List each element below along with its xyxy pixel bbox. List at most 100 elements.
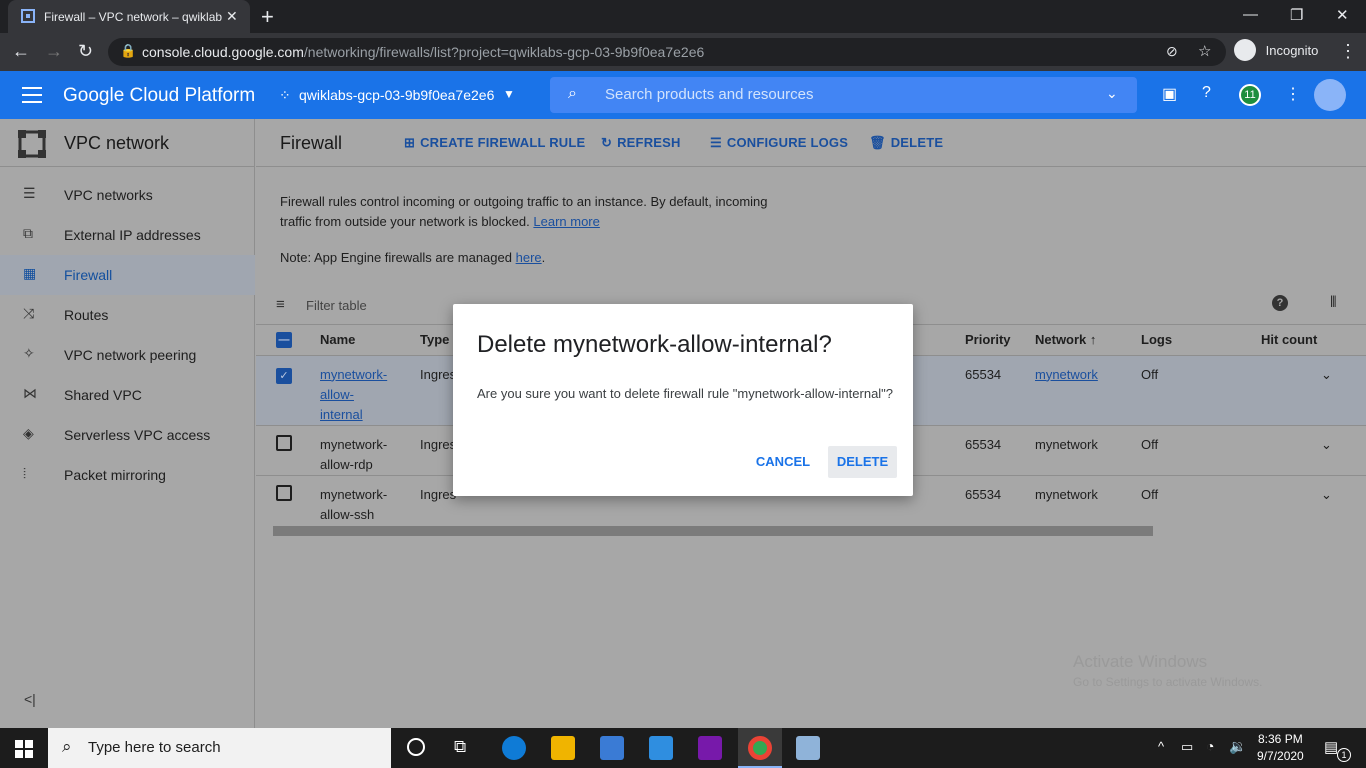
cloud-shell-icon[interactable]: ▣ — [1162, 84, 1177, 104]
column-header-logs[interactable]: Logs — [1141, 325, 1261, 356]
new-tab-icon[interactable]: + — [261, 4, 274, 30]
page-title: Firewall — [280, 133, 343, 153]
task-view-icon[interactable]: ⧉ — [454, 737, 466, 757]
project-dropdown-icon[interactable]: ▼ — [503, 87, 515, 101]
sidebar-item-shared-vpc[interactable]: ⋈ Shared VPC — [0, 375, 255, 415]
sidebar-item-vpc-networks[interactable]: ☰ VPC networks — [0, 175, 255, 215]
minimize-icon[interactable]: — — [1243, 6, 1258, 23]
chrome-taskbar-button[interactable] — [738, 728, 782, 768]
onenote-icon[interactable] — [698, 736, 722, 760]
forward-icon[interactable]: → — [45, 41, 63, 62]
app-icon[interactable] — [796, 736, 820, 760]
create-firewall-rule-button[interactable]: ⊞ CREATE FIREWALL RULE — [404, 135, 585, 151]
rule-name: mynetwork-allow-rdp — [320, 425, 420, 476]
more-options-icon[interactable]: ⋮ — [1285, 84, 1301, 104]
windows-start-icon[interactable] — [15, 740, 33, 758]
hamburger-menu-icon[interactable] — [22, 87, 42, 103]
row-checkbox[interactable] — [276, 484, 292, 501]
refresh-button[interactable]: ↻ REFRESH — [601, 135, 681, 151]
row-checkbox[interactable] — [276, 434, 292, 451]
windows-taskbar: ⌕ Type here to search ⧉ ^ ▭ ◔ 🔉 8:36 PM … — [0, 728, 1366, 768]
column-header-hit-count[interactable]: Hit count — [1261, 325, 1321, 356]
expand-row-icon[interactable]: ⌄ — [1321, 425, 1366, 476]
close-window-icon[interactable]: ✕ — [1336, 6, 1349, 24]
sidebar-title: VPC network — [64, 133, 170, 153]
row-checkbox[interactable]: ✓ — [276, 367, 292, 384]
select-all-checkbox[interactable]: — — [276, 332, 292, 349]
browser-menu-icon[interactable]: ⋮ — [1339, 41, 1357, 62]
confirm-delete-button[interactable]: DELETE — [828, 446, 897, 478]
column-display-icon[interactable]: ⦀ — [1330, 294, 1337, 311]
close-tab-icon[interactable]: ✕ — [226, 8, 238, 25]
refresh-icon: ↻ — [601, 135, 613, 150]
chrome-icon — [748, 736, 772, 760]
lock-icon: 🔒 — [120, 43, 137, 58]
sidebar-item-peering[interactable]: ✧ VPC network peering — [0, 335, 255, 375]
filter-input[interactable]: Filter table — [306, 298, 367, 313]
clock-time: 8:36 PM — [1258, 732, 1303, 746]
store-icon[interactable] — [600, 736, 624, 760]
wifi-icon[interactable]: ◔ — [1206, 738, 1214, 754]
horizontal-scrollbar[interactable] — [256, 522, 1366, 538]
configure-logs-button[interactable]: ☰ CONFIGURE LOGS — [710, 135, 848, 151]
here-link[interactable]: here — [516, 250, 542, 265]
volume-icon[interactable]: 🔉 — [1229, 738, 1246, 755]
back-icon[interactable]: ← — [12, 41, 30, 62]
sidebar-item-external-ip[interactable]: ⧉ External IP addresses — [0, 215, 255, 255]
packet-mirroring-icon: ⦙ — [23, 465, 27, 481]
search-box[interactable]: ⌕ Search products and resources ⌄ — [550, 77, 1137, 113]
restore-icon[interactable]: ❐ — [1290, 6, 1303, 24]
incognito-indicator[interactable]: Incognito — [1234, 39, 1318, 65]
cancel-button[interactable]: CANCEL — [751, 446, 815, 478]
collapse-sidebar-icon[interactable]: <| — [24, 691, 36, 707]
sidebar-item-serverless[interactable]: ◈ Serverless VPC access — [0, 415, 255, 455]
taskbar-search[interactable]: ⌕ Type here to search — [48, 728, 391, 768]
search-expand-icon[interactable]: ⌄ — [1106, 85, 1118, 102]
app-engine-note: Note: App Engine firewalls are managed h… — [280, 250, 546, 265]
battery-icon[interactable]: ▭ — [1181, 739, 1193, 755]
serverless-icon: ◈ — [23, 425, 34, 441]
dialog-message: Are you sure you want to delete firewall… — [477, 386, 894, 401]
url-host: console.cloud.google.com — [142, 44, 304, 60]
edge-icon[interactable] — [502, 736, 526, 760]
column-header-network[interactable]: Network ↑ — [1035, 325, 1141, 356]
mail-icon[interactable] — [649, 736, 673, 760]
trash-icon: 🗑 — [869, 135, 886, 150]
browser-tab[interactable]: Firewall – VPC network – qwiklab ✕ — [8, 0, 250, 33]
expand-row-icon[interactable]: ⌄ — [1321, 475, 1366, 526]
scrollbar-thumb[interactable] — [273, 526, 1153, 536]
avatar[interactable] — [1314, 79, 1346, 111]
rule-priority: 65534 — [965, 425, 1035, 476]
browser-address-bar: ← → ↻ 🔒 console.cloud.google.com/network… — [0, 33, 1366, 71]
url-input[interactable]: 🔒 console.cloud.google.com/networking/fi… — [108, 38, 1226, 66]
bookmark-star-icon[interactable]: ☆ — [1198, 42, 1211, 60]
tracking-blocked-icon[interactable]: ⊘ — [1166, 43, 1178, 60]
gcp-brand[interactable]: Google Cloud Platform — [63, 85, 255, 107]
show-hidden-icons-icon[interactable]: ^ — [1158, 739, 1164, 754]
file-explorer-icon[interactable] — [551, 736, 575, 760]
help-icon[interactable]: ? — [1272, 295, 1288, 311]
rule-network-link[interactable]: mynetwork — [1035, 367, 1098, 382]
rule-name-link[interactable]: mynetwork-allow-internal — [320, 367, 387, 422]
gcp-header: Google Cloud Platform ⁘ qwiklabs-gcp-03-… — [0, 71, 1366, 119]
help-icon[interactable]: ? — [1202, 84, 1211, 102]
learn-more-link[interactable]: Learn more — [533, 214, 599, 229]
sort-arrow-up-icon: ↑ — [1089, 332, 1097, 348]
delete-button[interactable]: 🗑 DELETE — [869, 135, 943, 151]
project-selector[interactable]: qwiklabs-gcp-03-9b9f0ea7e2e6 — [299, 87, 494, 103]
expand-row-icon[interactable]: ⌄ — [1321, 355, 1366, 426]
column-header-name[interactable]: Name — [320, 325, 420, 356]
rule-priority: 65534 — [965, 355, 1035, 426]
system-clock[interactable]: 8:36 PM 9/7/2020 — [1257, 731, 1304, 765]
sidebar-item-routes[interactable]: ⤨ Routes — [0, 295, 255, 335]
notifications-badge[interactable]: 11 — [1239, 84, 1261, 106]
column-header-priority[interactable]: Priority — [965, 325, 1035, 356]
cortana-icon[interactable] — [407, 738, 425, 756]
sidebar-item-firewall[interactable]: ▦ Firewall — [0, 255, 255, 295]
peering-icon: ✧ — [23, 345, 35, 361]
sidebar-item-packet-mirroring[interactable]: ⦙ Packet mirroring — [0, 455, 255, 495]
firewall-icon: ▦ — [23, 265, 37, 281]
reload-icon[interactable]: ↻ — [78, 41, 93, 62]
routes-icon: ⤨ — [23, 305, 35, 321]
external-ip-icon: ⧉ — [23, 225, 33, 241]
